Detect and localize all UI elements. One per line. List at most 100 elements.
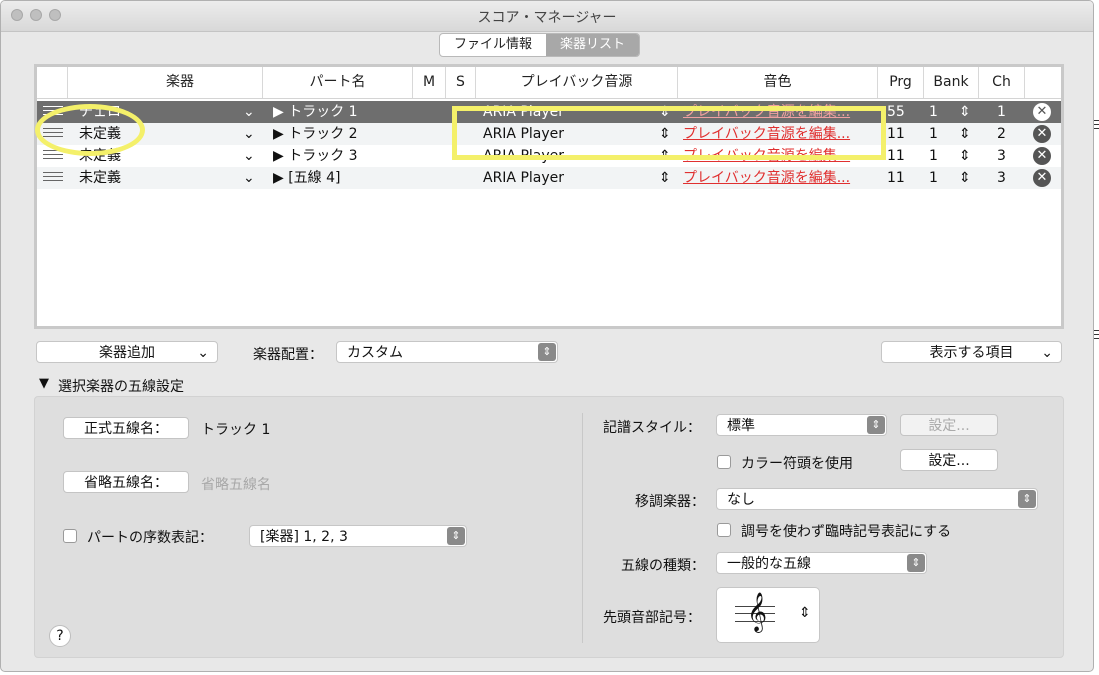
score-manager-window: スコア・マネージャー ファイル情報 楽器リスト 楽器 パート名 M S プレイバ… xyxy=(0,0,1094,672)
notation-style-popup[interactable]: 標準 ⇕ xyxy=(716,414,887,436)
color-noteheads-checkbox[interactable] xyxy=(717,455,731,469)
chevron-down-icon[interactable]: ⌄ xyxy=(243,145,255,167)
prg-cell[interactable]: 11 xyxy=(887,145,905,167)
ch-cell[interactable]: 3 xyxy=(997,145,1006,167)
updown-arrows-icon[interactable]: ⇕ xyxy=(659,167,671,189)
treble-clef-icon: 𝄞 xyxy=(747,592,768,632)
abbr-staff-name-field[interactable]: 省略五線名 xyxy=(201,474,271,494)
color-noteheads-label: カラー符頭を使用 xyxy=(741,456,853,472)
staff-settings-panel: 正式五線名： トラック 1 省略五線名： 省略五線名 パートの序数表記： [楽器… xyxy=(34,396,1064,658)
accidentals-checkbox[interactable] xyxy=(717,523,731,537)
part-ordinal-checkbox[interactable] xyxy=(63,529,77,543)
part-ordinal-label: パートの序数表記： xyxy=(87,530,213,546)
ch-cell[interactable]: 2 xyxy=(997,123,1006,145)
prg-cell[interactable]: 55 xyxy=(887,101,905,123)
part-ordinal-popup[interactable]: [楽器] 1, 2, 3 ⇕ xyxy=(249,525,467,547)
staff-type-label: 五線の種類： xyxy=(621,558,705,574)
updown-arrows-icon: ⇕ xyxy=(867,416,885,434)
delete-row-icon[interactable]: ✕ xyxy=(1033,147,1051,165)
arrangement-label: 楽器配置： xyxy=(253,347,323,363)
header-delete xyxy=(1024,67,1061,98)
annotation-rectangle xyxy=(452,106,886,160)
display-items-popup[interactable]: 表示する項目 ⌄ xyxy=(881,341,1062,363)
help-button[interactable]: ? xyxy=(49,625,71,647)
part-name-cell[interactable]: ▶ [五線 4] xyxy=(273,167,423,189)
header-part[interactable]: パート名 xyxy=(262,67,412,98)
add-instrument-label: 楽器追加 xyxy=(99,345,155,361)
full-staff-name-button[interactable]: 正式五線名： xyxy=(63,417,189,439)
bank-cell[interactable]: 1 xyxy=(929,101,938,123)
chevron-down-icon[interactable]: ⌄ xyxy=(243,123,255,145)
delete-row-icon[interactable]: ✕ xyxy=(1033,169,1051,187)
updown-arrows-icon: ⇕ xyxy=(447,527,465,545)
prg-cell[interactable]: 11 xyxy=(887,167,905,189)
section-title: 選択楽器の五線設定 xyxy=(58,379,184,395)
updown-arrows-icon: ⇕ xyxy=(538,343,556,361)
part-name-cell[interactable]: ▶ トラック 1 xyxy=(273,101,423,123)
bank-cell[interactable]: 1 xyxy=(929,145,938,167)
tab-bar: ファイル情報 楽器リスト xyxy=(439,33,641,57)
window-title: スコア・マネージャー xyxy=(477,10,617,26)
part-ordinal-value: [楽器] 1, 2, 3 xyxy=(260,529,348,545)
clef-label: 先頭音部記号： xyxy=(603,610,701,626)
staff-type-value: 一般的な五線 xyxy=(727,556,811,572)
header-bank[interactable]: Bank xyxy=(923,67,978,98)
chevron-down-icon: ⌄ xyxy=(1041,345,1053,361)
transposing-popup[interactable]: なし ⇕ xyxy=(716,488,1038,510)
header-sound[interactable]: 音色 xyxy=(677,67,877,98)
title-bar: スコア・マネージャー xyxy=(1,1,1093,32)
bank-cell[interactable]: 1 xyxy=(929,167,938,189)
accidentals-label: 調号を使わず臨時記号表記にする xyxy=(741,524,952,540)
transposing-label: 移調楽器： xyxy=(635,494,705,510)
notation-style-label: 記譜スタイル： xyxy=(603,420,701,436)
divider xyxy=(582,413,583,643)
table-row[interactable]: 未定義 ⌄ ▶ [五線 4] ARIA Player ⇕ プレイバック音源を編集… xyxy=(37,167,1061,189)
full-staff-name-value[interactable]: トラック 1 xyxy=(201,419,270,439)
delete-row-icon[interactable]: ✕ xyxy=(1033,103,1051,121)
display-items-label: 表示する項目 xyxy=(929,345,1014,361)
updown-arrows-icon[interactable]: ⇕ xyxy=(959,101,971,123)
annotation-circle xyxy=(35,104,145,156)
arrangement-popup[interactable]: カスタム ⇕ xyxy=(336,341,558,363)
playback-cell[interactable]: ARIA Player xyxy=(483,167,653,189)
abbr-staff-name-button[interactable]: 省略五線名： xyxy=(63,471,189,493)
drag-handle-icon[interactable] xyxy=(43,172,63,184)
tab-file-info[interactable]: ファイル情報 xyxy=(440,34,546,56)
bank-cell[interactable]: 1 xyxy=(929,123,938,145)
tab-instrument-list[interactable]: 楽器リスト xyxy=(546,34,640,56)
ch-cell[interactable]: 1 xyxy=(997,101,1006,123)
instrument-cell[interactable]: 未定義 xyxy=(79,167,229,189)
part-name-cell[interactable]: ▶ トラック 3 xyxy=(273,145,423,167)
instrument-table: 楽器 パート名 M S プレイバック音源 音色 Prg Bank Ch チェロ … xyxy=(34,64,1064,329)
transposing-value: なし xyxy=(727,492,755,508)
header-m[interactable]: M xyxy=(412,67,445,98)
header-s[interactable]: S xyxy=(445,67,475,98)
updown-arrows-icon: ⇕ xyxy=(1018,490,1036,508)
notation-settings-button-disabled: 設定... xyxy=(900,414,998,436)
header-instrument[interactable]: 楽器 xyxy=(67,67,292,98)
clef-selector[interactable]: 𝄞 ⇕ xyxy=(716,587,820,643)
updown-arrows-icon[interactable]: ⇕ xyxy=(959,167,971,189)
notation-style-value: 標準 xyxy=(727,418,755,434)
header-playback[interactable]: プレイバック音源 xyxy=(475,67,677,98)
settings-button[interactable]: 設定... xyxy=(900,449,998,471)
ch-cell[interactable]: 3 xyxy=(997,167,1006,189)
prg-cell[interactable]: 11 xyxy=(887,123,905,145)
updown-arrows-icon: ⇕ xyxy=(907,554,925,572)
chevron-down-icon[interactable]: ⌄ xyxy=(243,101,255,123)
part-name-cell[interactable]: ▶ トラック 2 xyxy=(273,123,423,145)
updown-arrows-icon: ⇕ xyxy=(799,605,811,621)
header-ch[interactable]: Ch xyxy=(978,67,1024,98)
table-header: 楽器 パート名 M S プレイバック音源 音色 Prg Bank Ch xyxy=(37,67,1061,99)
arrangement-value: カスタム xyxy=(347,345,403,361)
updown-arrows-icon[interactable]: ⇕ xyxy=(959,123,971,145)
chevron-down-icon: ⌄ xyxy=(197,345,209,361)
edit-playback-link[interactable]: プレイバック音源を編集... xyxy=(683,167,871,189)
chevron-down-icon[interactable]: ⌄ xyxy=(243,167,255,189)
staff-type-popup[interactable]: 一般的な五線 ⇕ xyxy=(716,552,927,574)
add-instrument-popup[interactable]: 楽器追加 ⌄ xyxy=(36,341,218,363)
disclosure-triangle-icon[interactable]: ▼ xyxy=(39,376,49,391)
header-prg[interactable]: Prg xyxy=(877,67,923,98)
delete-row-icon[interactable]: ✕ xyxy=(1033,125,1051,143)
updown-arrows-icon[interactable]: ⇕ xyxy=(959,145,971,167)
